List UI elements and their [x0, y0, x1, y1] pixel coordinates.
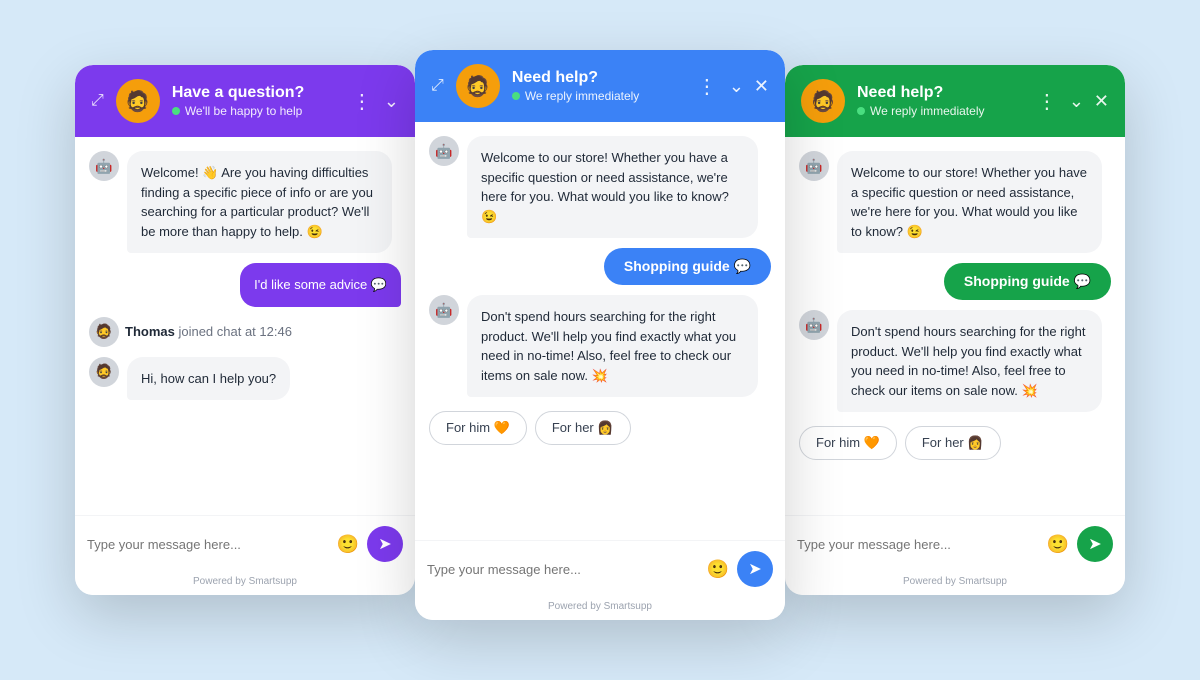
chat-widget-center: ⤢ 🧔 Need help? We reply immediately ⋮ ⌄ …	[415, 50, 785, 620]
bubble-1-left: Welcome! 👋 Are you having difficulties f…	[127, 151, 392, 253]
agent-message-1-center: 🤖 Welcome to our store! Whether you have…	[429, 136, 771, 238]
close-btn-right[interactable]: ✕	[1094, 91, 1109, 112]
expand-icon-center[interactable]: ⤢	[431, 77, 444, 95]
for-him-btn-center[interactable]: For him 🧡	[429, 411, 527, 445]
header-subtitle-right: We reply immediately	[857, 104, 1025, 118]
online-dot-right	[857, 107, 865, 115]
agent-avatar-1-left: 🤖	[89, 151, 119, 181]
online-dot-left	[172, 107, 180, 115]
bubble-2-left: Hi, how can I help you?	[127, 357, 290, 401]
emoji-btn-left[interactable]: 🙂	[337, 534, 359, 555]
menu-btn-right[interactable]: ⋮	[1037, 89, 1059, 114]
message-input-left[interactable]	[87, 537, 329, 552]
agent-message-1-left: 🤖 Welcome! 👋 Are you having difficulties…	[89, 151, 401, 253]
quick-replies-center: For him 🧡 For her 👩	[429, 411, 771, 445]
agent-message-1-right: 🤖 Welcome to our store! Whether you have…	[799, 151, 1111, 253]
header-info-right: Need help? We reply immediately	[857, 84, 1025, 118]
avatar-center: 🧔	[456, 64, 500, 108]
minimize-btn-center[interactable]: ⌄	[729, 76, 744, 97]
for-him-btn-right[interactable]: For him 🧡	[799, 426, 897, 460]
emoji-btn-center[interactable]: 🙂	[707, 559, 729, 580]
avatar-left: 🧔	[116, 79, 160, 123]
bubble-user-left: I'd like some advice 💬	[240, 263, 401, 307]
online-dot-center	[512, 92, 520, 100]
chat-body-center: 🤖 Welcome to our store! Whether you have…	[415, 122, 785, 540]
quick-replies-right: For him 🧡 For her 👩	[799, 426, 1111, 460]
input-area-left: 🙂 ➤	[75, 515, 415, 572]
input-area-center: 🙂 ➤	[415, 540, 785, 597]
chat-widget-right: 🧔 Need help? We reply immediately ⋮ ⌄ ✕ …	[785, 65, 1125, 595]
input-area-right: 🙂 ➤	[785, 515, 1125, 572]
agent-avatar-2-center: 🤖	[429, 295, 459, 325]
for-her-btn-right[interactable]: For her 👩	[905, 426, 1001, 460]
shopping-guide-btn-right[interactable]: Shopping guide 💬	[944, 263, 1111, 300]
minimize-btn-left[interactable]: ⌄	[384, 91, 399, 112]
join-notification-left: 🧔 Thomas joined chat at 12:46	[89, 317, 401, 347]
header-center: ⤢ 🧔 Need help? We reply immediately ⋮ ⌄ …	[415, 50, 785, 122]
powered-by-left: Powered by Smartsupp	[75, 572, 415, 595]
header-actions-center: ⋮ ⌄ ✕	[697, 74, 769, 99]
header-info-center: Need help? We reply immediately	[512, 69, 685, 103]
expand-icon-left[interactable]: ⤢	[91, 92, 104, 110]
message-input-center[interactable]	[427, 562, 699, 577]
header-subtitle-left: We'll be happy to help	[172, 104, 340, 118]
agent-message-2-right: 🤖 Don't spend hours searching for the ri…	[799, 310, 1111, 412]
header-right: 🧔 Need help? We reply immediately ⋮ ⌄ ✕	[785, 65, 1125, 137]
widgets-container: ⤢ 🧔 Have a question? We'll be happy to h…	[0, 0, 1200, 680]
powered-by-center: Powered by Smartsupp	[415, 597, 785, 620]
agent-message-2-center: 🤖 Don't spend hours searching for the ri…	[429, 295, 771, 397]
header-left: ⤢ 🧔 Have a question? We'll be happy to h…	[75, 65, 415, 137]
send-btn-left[interactable]: ➤	[367, 526, 403, 562]
thomas-avatar: 🧔	[89, 317, 119, 347]
header-title-left: Have a question?	[172, 84, 340, 102]
bubble-1-right: Welcome to our store! Whether you have a…	[837, 151, 1102, 253]
emoji-btn-right[interactable]: 🙂	[1047, 534, 1069, 555]
minimize-btn-right[interactable]: ⌄	[1069, 91, 1084, 112]
for-her-btn-center[interactable]: For her 👩	[535, 411, 631, 445]
bubble-2-center: Don't spend hours searching for the righ…	[467, 295, 758, 397]
header-subtitle-center: We reply immediately	[512, 89, 685, 103]
avatar-right: 🧔	[801, 79, 845, 123]
chat-body-left: 🤖 Welcome! 👋 Are you having difficulties…	[75, 137, 415, 515]
agent-avatar-2-left: 🧔	[89, 357, 119, 387]
chat-widget-left: ⤢ 🧔 Have a question? We'll be happy to h…	[75, 65, 415, 595]
message-input-right[interactable]	[797, 537, 1039, 552]
bubble-2-right: Don't spend hours searching for the righ…	[837, 310, 1102, 412]
close-btn-center[interactable]: ✕	[754, 76, 769, 97]
header-actions-left: ⋮ ⌄	[352, 89, 399, 114]
send-btn-right[interactable]: ➤	[1077, 526, 1113, 562]
header-info-left: Have a question? We'll be happy to help	[172, 84, 340, 118]
powered-by-right: Powered by Smartsupp	[785, 572, 1125, 595]
bubble-1-center: Welcome to our store! Whether you have a…	[467, 136, 758, 238]
shopping-guide-btn-center[interactable]: Shopping guide 💬	[604, 248, 771, 285]
menu-btn-left[interactable]: ⋮	[352, 89, 374, 114]
agent-message-2-left: 🧔 Hi, how can I help you?	[89, 357, 401, 401]
header-title-right: Need help?	[857, 84, 1025, 102]
chat-body-right: 🤖 Welcome to our store! Whether you have…	[785, 137, 1125, 515]
menu-btn-center[interactable]: ⋮	[697, 74, 719, 99]
agent-avatar-2-right: 🤖	[799, 310, 829, 340]
header-actions-right: ⋮ ⌄ ✕	[1037, 89, 1109, 114]
header-title-center: Need help?	[512, 69, 685, 87]
agent-avatar-1-right: 🤖	[799, 151, 829, 181]
agent-avatar-1-center: 🤖	[429, 136, 459, 166]
send-btn-center[interactable]: ➤	[737, 551, 773, 587]
